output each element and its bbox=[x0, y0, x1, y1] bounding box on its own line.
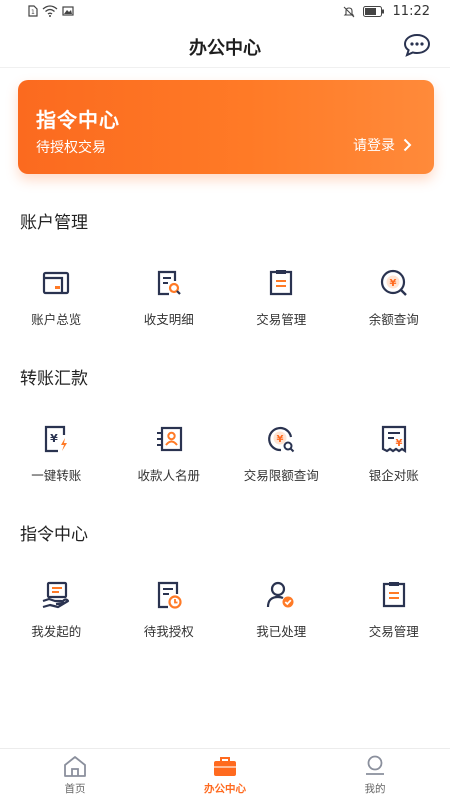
account-grid: 账户总览 收支明细 交易管理 ¥ 余额查询 bbox=[0, 253, 450, 343]
grid-label: 收支明细 bbox=[143, 312, 194, 327]
grid-item-processed[interactable]: 我已处理 bbox=[225, 565, 338, 655]
limit-query-icon: ¥ bbox=[268, 426, 295, 453]
status-right-icons: 11:22 bbox=[343, 4, 430, 19]
chat-bubble-icon bbox=[403, 33, 431, 57]
login-label: 请登录 bbox=[353, 138, 395, 154]
battery-icon bbox=[362, 6, 384, 17]
grid-item-transaction-manage[interactable]: 交易管理 bbox=[225, 253, 338, 343]
wifi-icon bbox=[42, 5, 58, 17]
svg-text:¥: ¥ bbox=[395, 438, 402, 449]
tab-label: 我的 bbox=[364, 783, 386, 795]
bottom-tab-bar: 首页 办公中心 我的 bbox=[0, 748, 450, 800]
grid-label: 银企对账 bbox=[368, 468, 419, 483]
message-button[interactable] bbox=[402, 32, 432, 58]
pending-auth-icon bbox=[157, 581, 182, 609]
svg-text:¥: ¥ bbox=[277, 434, 284, 445]
transfer-grid: ¥ 一键转账 收款人名册 ¥ 交易限额查询 ¥ 银企对账 bbox=[0, 409, 450, 499]
grid-item-account-overview[interactable]: 账户总览 bbox=[0, 253, 113, 343]
grid-label: 收款人名册 bbox=[137, 468, 200, 483]
svg-text:¥: ¥ bbox=[389, 278, 396, 289]
top-navigation-bar: 办公中心 bbox=[0, 24, 450, 68]
section-title-transfer: 转账汇款 bbox=[20, 369, 88, 389]
home-icon bbox=[64, 756, 86, 777]
grid-item-transaction-manage-2[interactable]: 交易管理 bbox=[338, 565, 450, 655]
income-expense-icon bbox=[157, 270, 181, 296]
grid-item-reconciliation[interactable]: ¥ 银企对账 bbox=[338, 409, 450, 499]
grid-item-pending-auth[interactable]: 待我授权 bbox=[113, 565, 226, 655]
grid-label: 我发起的 bbox=[31, 624, 82, 639]
grid-item-limit-query[interactable]: ¥ 交易限额查询 bbox=[225, 409, 338, 499]
grid-item-balance-query[interactable]: ¥ 余额查询 bbox=[338, 253, 450, 343]
quick-transfer-icon: ¥ bbox=[45, 425, 68, 453]
page-title: 办公中心 bbox=[189, 38, 261, 59]
status-bar: 1 11:22 bbox=[0, 0, 450, 24]
section-title-account: 账户管理 bbox=[20, 213, 88, 233]
reconciliation-icon: ¥ bbox=[381, 425, 406, 454]
grid-label: 交易限额查询 bbox=[243, 468, 319, 483]
svg-text:¥: ¥ bbox=[50, 432, 58, 445]
grid-item-quick-transfer[interactable]: ¥ 一键转账 bbox=[0, 409, 113, 499]
grid-item-income-expense[interactable]: 收支明细 bbox=[113, 253, 226, 343]
banner-title: 指令中心 bbox=[36, 108, 120, 132]
tab-office-center[interactable]: 办公中心 bbox=[150, 749, 300, 800]
status-left-icons: 1 bbox=[28, 5, 74, 17]
section-title-instructions: 指令中心 bbox=[20, 525, 88, 545]
sim-icon: 1 bbox=[28, 5, 38, 17]
profile-icon bbox=[366, 755, 384, 775]
instruction-center-banner[interactable]: 指令中心 待授权交易 请登录 bbox=[18, 80, 434, 174]
processed-icon bbox=[267, 581, 294, 608]
account-overview-icon bbox=[43, 271, 70, 295]
briefcase-icon bbox=[214, 757, 236, 776]
grid-label: 交易管理 bbox=[368, 624, 419, 639]
grid-item-initiated[interactable]: 我发起的 bbox=[0, 565, 113, 655]
grid-label: 一键转账 bbox=[31, 468, 82, 483]
grid-label: 交易管理 bbox=[256, 312, 307, 327]
status-time: 11:22 bbox=[392, 4, 430, 19]
grid-label: 待我授权 bbox=[143, 624, 194, 639]
initiated-icon bbox=[42, 581, 70, 609]
banner-subtitle: 待授权交易 bbox=[36, 140, 106, 156]
payee-list-icon bbox=[156, 426, 182, 452]
instruction-grid: 我发起的 待我授权 我已处理 交易管理 bbox=[0, 565, 450, 655]
transaction-manage-icon bbox=[382, 582, 405, 608]
chevron-right-icon bbox=[403, 138, 412, 152]
tab-profile[interactable]: 我的 bbox=[300, 749, 450, 800]
login-link[interactable]: 请登录 bbox=[353, 135, 412, 155]
grid-item-payee-list[interactable]: 收款人名册 bbox=[113, 409, 226, 499]
grid-label: 我已处理 bbox=[256, 624, 307, 639]
grid-label: 账户总览 bbox=[31, 312, 82, 327]
tab-label: 办公中心 bbox=[204, 783, 246, 795]
svg-text:1: 1 bbox=[31, 9, 35, 16]
grid-label: 余额查询 bbox=[368, 312, 419, 327]
transaction-manage-icon bbox=[270, 270, 293, 296]
tab-home[interactable]: 首页 bbox=[0, 749, 150, 800]
balance-query-icon: ¥ bbox=[380, 269, 407, 296]
tab-label: 首页 bbox=[64, 783, 86, 795]
mute-icon bbox=[343, 6, 354, 17]
photo-notification-icon bbox=[62, 6, 74, 16]
